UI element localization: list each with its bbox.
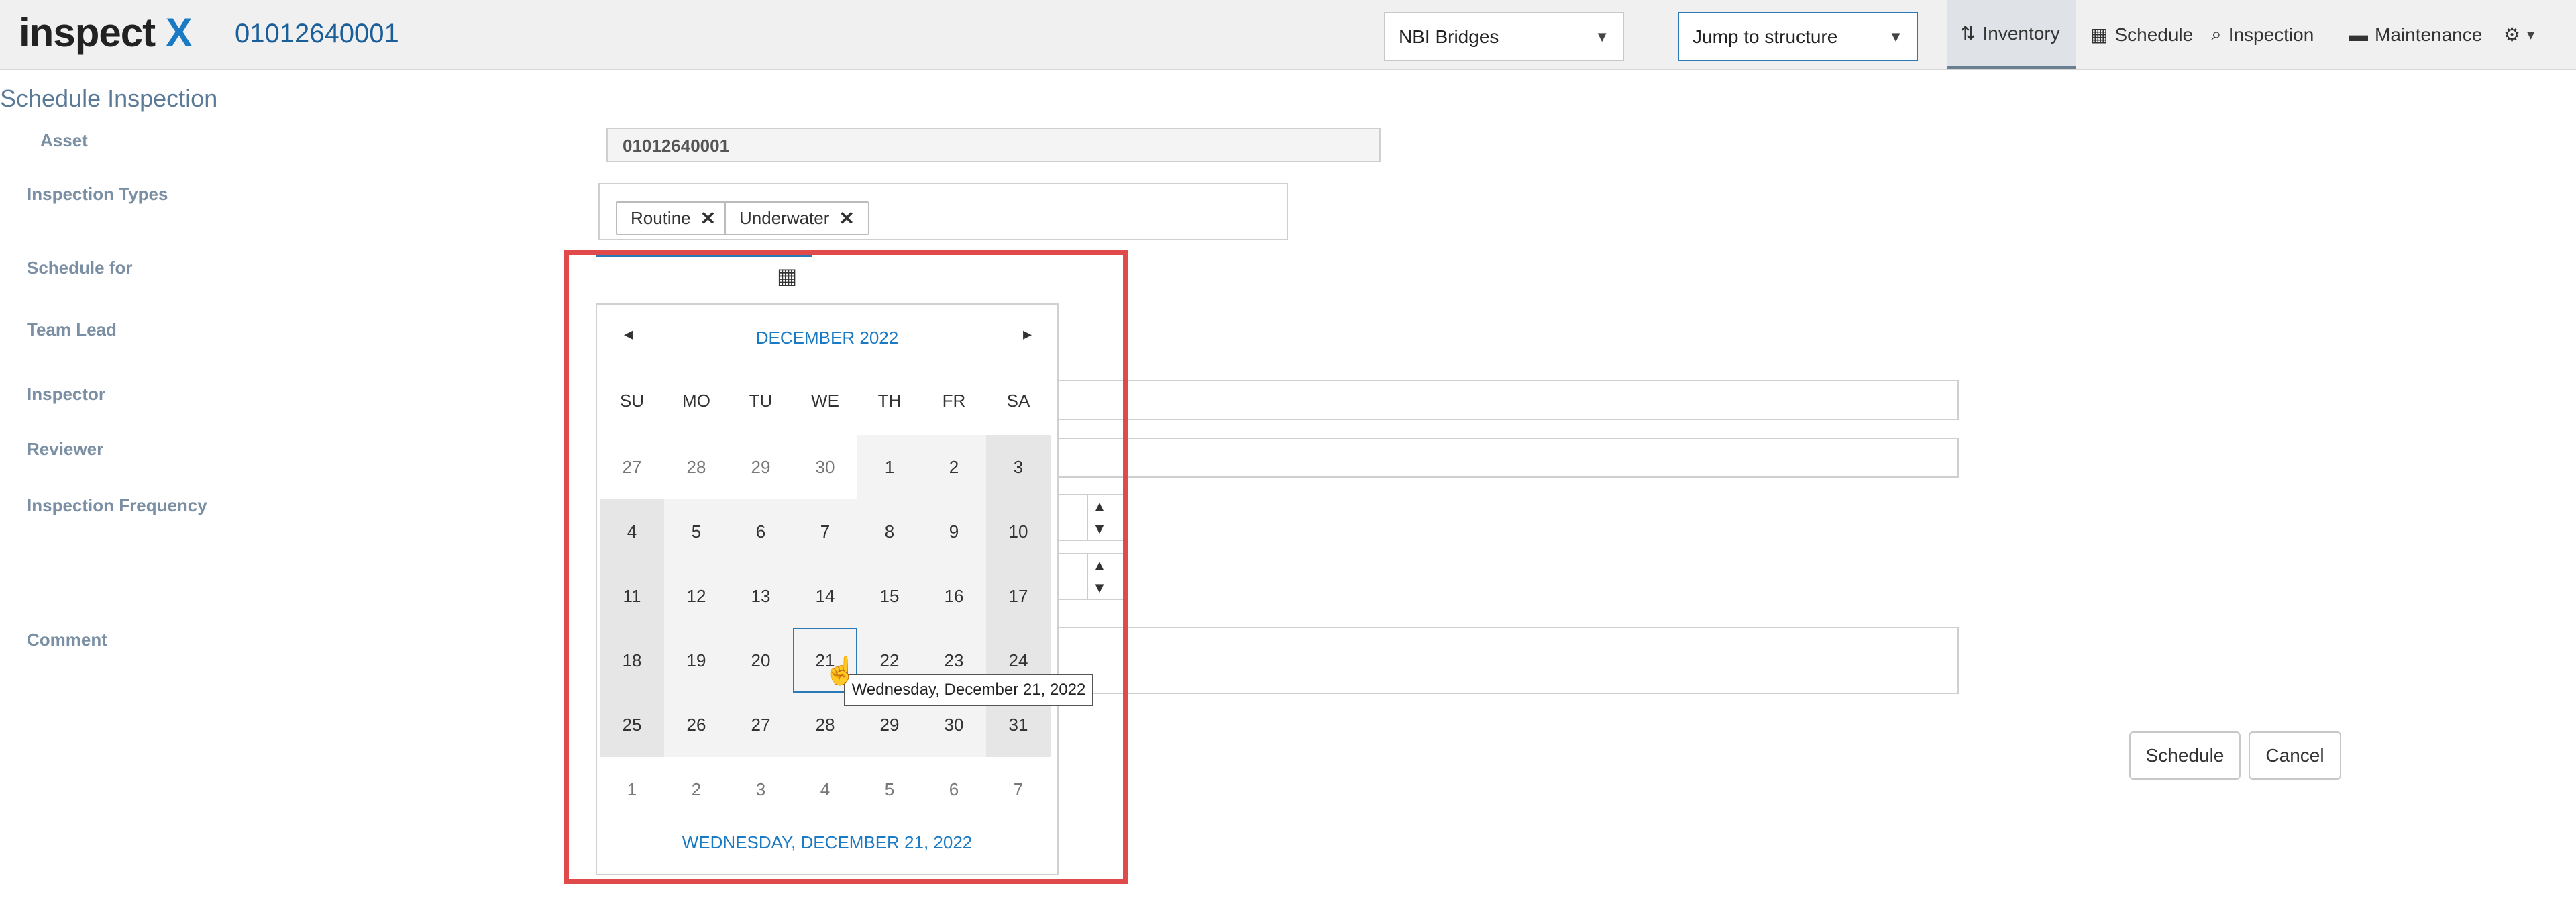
calendar-day[interactable]: 3 (986, 435, 1051, 499)
close-icon[interactable]: ✕ (700, 207, 716, 230)
weekday-label: MO (682, 391, 710, 411)
calendar-icon: ▦ (2090, 24, 2108, 45)
calendar-header: ◂ DECEMBER 2022 ▸ (597, 319, 1057, 357)
label-comment: Comment (27, 629, 107, 650)
tag-label: Underwater (739, 207, 830, 228)
calendar-day[interactable]: 16 (922, 564, 986, 628)
calendar-day[interactable]: 2 (664, 757, 729, 821)
calendar-day[interactable]: 25 (600, 693, 664, 757)
weekday-label: SA (1006, 391, 1030, 411)
asset-field: 01012640001 (606, 128, 1381, 162)
calendar-day[interactable]: 4 (793, 757, 857, 821)
calendar-day[interactable]: 7 (986, 757, 1051, 821)
weekday-label: SU (619, 391, 645, 411)
tag-underwater: Underwater ✕ (724, 201, 869, 235)
nav-label: Inventory (1982, 22, 2060, 44)
weekday-label: FR (942, 391, 966, 411)
calendar-day[interactable]: 19 (664, 628, 729, 693)
nav-maintenance[interactable]: ▬ Maintenance (2336, 0, 2490, 69)
bridge-type-select[interactable]: NBI Bridges ▼ (1384, 12, 1624, 61)
calendar-day[interactable]: 1 (600, 757, 664, 821)
chevron-down-icon: ▼ (1595, 28, 1609, 45)
calendar-day[interactable]: 14 (793, 564, 857, 628)
inspection-types-field[interactable]: Routine ✕ Underwater ✕ (598, 183, 1288, 240)
sort-icon: ⇅ (1960, 23, 1976, 44)
nav-label: Maintenance (2375, 23, 2483, 45)
cancel-button[interactable]: Cancel (2249, 731, 2341, 780)
calendar-day[interactable]: 9 (922, 499, 986, 564)
calendar-day[interactable]: 10 (986, 499, 1051, 564)
calendar-day[interactable]: 26 (664, 693, 729, 757)
chevron-down-icon: ▼ (1888, 28, 1903, 45)
header-asset-id: 01012640001 (235, 19, 399, 48)
calendar-day[interactable]: 17 (986, 564, 1051, 628)
hand-cursor-icon: ☝ (824, 656, 857, 686)
top-bar: inspect X 01012640001 NBI Bridges ▼ Jump… (0, 0, 2576, 70)
calendar-day[interactable]: 30 (793, 435, 857, 499)
calendar-day[interactable]: 27 (729, 693, 793, 757)
calendar-day[interactable]: 6 (729, 499, 793, 564)
nav-label: Inspection (2228, 23, 2314, 45)
calendar-day[interactable]: 1 (857, 435, 922, 499)
label-asset: Asset (40, 130, 88, 150)
gear-icon: ⚙ (2504, 24, 2521, 45)
calendar-day[interactable]: 2 (922, 435, 986, 499)
nav-label: Schedule (2114, 23, 2194, 45)
calendar-day[interactable]: 7 (793, 499, 857, 564)
calendar-day[interactable]: 29 (729, 435, 793, 499)
label-schedule-for: Schedule for (27, 258, 133, 278)
calendar-day[interactable]: 28 (664, 435, 729, 499)
page-title: Schedule Inspection (0, 85, 218, 112)
calendar-day[interactable]: 18 (600, 628, 664, 693)
nav-inventory[interactable]: ⇅ Inventory (1947, 0, 2076, 69)
chevron-down-icon: ▾ (2527, 26, 2535, 43)
calendar-footer-date[interactable]: WEDNESDAY, DECEMBER 21, 2022 (597, 832, 1057, 853)
close-icon[interactable]: ✕ (839, 207, 854, 230)
label-team-lead: Team Lead (27, 319, 117, 340)
date-picker: ◂ DECEMBER 2022 ▸ WEDNESDAY, DECEMBER 21… (596, 303, 1059, 875)
jump-to-structure-select[interactable]: Jump to structure ▼ (1678, 12, 1918, 61)
calendar-day[interactable]: 4 (600, 499, 664, 564)
calendar-day[interactable]: 11 (600, 564, 664, 628)
nav-schedule[interactable]: ▦ Schedule (2077, 0, 2194, 69)
calendar-day[interactable]: 8 (857, 499, 922, 564)
bridge-type-value: NBI Bridges (1399, 26, 1499, 47)
calendar-day[interactable]: 5 (664, 499, 729, 564)
jump-to-structure-value: Jump to structure (1693, 26, 1838, 47)
calendar-day[interactable]: 20 (729, 628, 793, 693)
label-inspector: Inspector (27, 384, 106, 404)
label-reviewer: Reviewer (27, 439, 104, 459)
settings-menu[interactable]: ⚙ ▾ (2490, 0, 2564, 69)
date-tooltip: Wednesday, December 21, 2022 (844, 674, 1093, 706)
weekday-label: WE (811, 391, 839, 411)
calendar-day[interactable]: 13 (729, 564, 793, 628)
schedule-button[interactable]: Schedule (2129, 731, 2241, 780)
label-inspection-frequency: Inspection Frequency (27, 495, 207, 515)
search-icon: ⌕ (2211, 23, 2222, 44)
reviewer-field[interactable] (1046, 438, 1959, 478)
calendar-day[interactable]: 6 (922, 757, 986, 821)
nav-inspection[interactable]: ⌕ Inspection (2198, 0, 2332, 69)
weekday-label: TH (877, 391, 902, 411)
next-month-icon[interactable]: ▸ (1023, 323, 1032, 344)
calendar-day[interactable]: 3 (729, 757, 793, 821)
calendar-day[interactable]: 15 (857, 564, 922, 628)
calendar-day[interactable]: 5 (857, 757, 922, 821)
tag-routine: Routine ✕ (616, 201, 731, 235)
comment-field[interactable] (1046, 627, 1959, 694)
weekday-label: TU (749, 391, 773, 411)
tag-label: Routine (631, 207, 691, 228)
calendar-month-title[interactable]: DECEMBER 2022 (597, 327, 1057, 348)
label-inspection-types: Inspection Types (27, 184, 168, 204)
calendar-day[interactable]: 27 (600, 435, 664, 499)
logo: inspect X (19, 10, 193, 55)
briefcase-icon: ▬ (2349, 23, 2368, 45)
inspector-field[interactable] (1046, 380, 1959, 420)
calendar-day[interactable]: 12 (664, 564, 729, 628)
